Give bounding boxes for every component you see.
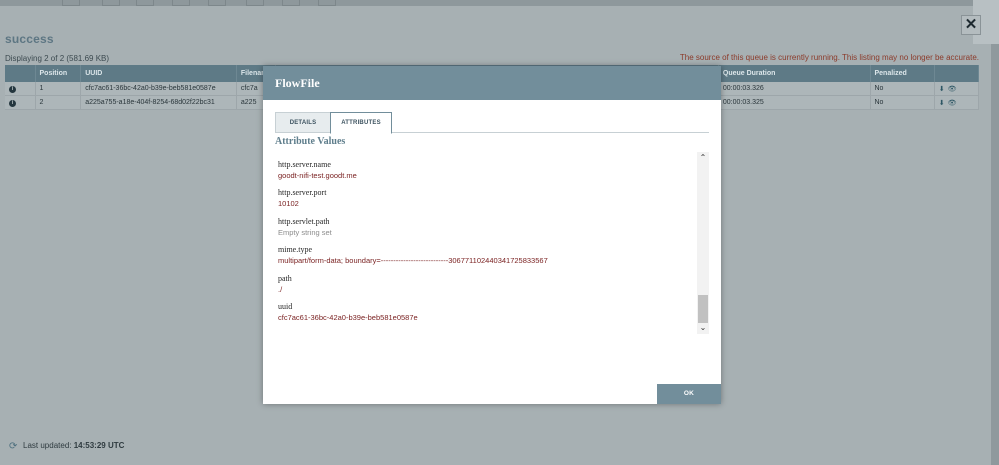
info-icon[interactable]: i bbox=[9, 85, 16, 93]
attribute-name: uuid bbox=[278, 301, 293, 311]
download-icon[interactable]: ⬇ bbox=[939, 85, 945, 93]
col-header-info bbox=[5, 65, 36, 82]
attribute-list-container[interactable]: http.server.name goodt-nifi-test.goodt.m… bbox=[275, 152, 709, 334]
attribute-name: http.server.name bbox=[278, 160, 331, 169]
close-icon[interactable]: ✕ bbox=[961, 15, 981, 35]
col-header-actions bbox=[934, 65, 980, 82]
dialog-header: FlowFile bbox=[263, 66, 721, 100]
attribute-item: uuid cfc7ac61-36bc-42a0-b39e-beb581e0587… bbox=[278, 301, 688, 329]
col-header-penalized[interactable]: Penalized bbox=[870, 65, 935, 82]
attribute-list: http.server.name goodt-nifi-test.goodt.m… bbox=[278, 159, 688, 329]
position-cell: 1 bbox=[35, 82, 82, 96]
attribute-name: mime.type bbox=[278, 245, 312, 255]
page-scrollbar[interactable] bbox=[991, 6, 999, 465]
attribute-value: cfc7ac61-36bc-42a0-b39e-beb581e0587e bbox=[278, 312, 418, 322]
last-updated: Last updated: 14:53:29 UTC bbox=[23, 441, 124, 450]
queue-title: success bbox=[5, 32, 54, 46]
view-icon[interactable]: 👁 bbox=[948, 99, 957, 107]
tab-attributes[interactable]: ATTRIBUTES bbox=[330, 112, 392, 134]
tab-details[interactable]: DETAILS bbox=[275, 112, 331, 132]
attribute-item: mime.type multipart/form-data; boundary=… bbox=[278, 244, 688, 272]
attribute-item: http.servlet.path Empty string set bbox=[278, 216, 688, 244]
scroll-thumb[interactable] bbox=[698, 295, 708, 323]
ok-button[interactable]: OK bbox=[657, 384, 721, 404]
col-header-uuid[interactable]: UUID bbox=[80, 65, 237, 82]
col-header-position[interactable]: Position bbox=[35, 65, 82, 82]
dialog-tabs: DETAILS ATTRIBUTES bbox=[275, 112, 709, 134]
flowfile-dialog: FlowFile DETAILS ATTRIBUTES Attribute Va… bbox=[263, 66, 721, 404]
scroll-down-icon[interactable]: ⌄ bbox=[697, 322, 709, 334]
duration-cell: 00:00:03.326 bbox=[718, 82, 871, 96]
attribute-value: goodt-nifi-test.goodt.me bbox=[278, 171, 357, 180]
attribute-value: 10102 bbox=[278, 199, 299, 209]
attribute-value: ./ bbox=[278, 284, 283, 294]
attribute-value: Empty string set bbox=[278, 227, 332, 237]
penalized-cell: No bbox=[870, 95, 935, 110]
attribute-item: path ./ bbox=[278, 273, 688, 301]
actions-cell: ⬇ 👁 bbox=[934, 95, 980, 110]
refresh-icon[interactable]: ⟳ bbox=[9, 441, 17, 452]
actions-cell: ⬇ 👁 bbox=[934, 82, 980, 96]
view-icon[interactable]: 👁 bbox=[948, 85, 957, 93]
attribute-name: http.servlet.path bbox=[278, 216, 330, 226]
displaying-count: Displaying 2 of 2 (581.69 KB) bbox=[5, 54, 110, 63]
info-cell[interactable]: i bbox=[5, 95, 36, 110]
attribute-item: http.server.name goodt-nifi-test.goodt.m… bbox=[278, 159, 688, 187]
duration-cell: 00:00:03.325 bbox=[718, 95, 871, 110]
col-header-queue-duration[interactable]: Queue Duration bbox=[718, 65, 871, 82]
position-cell: 2 bbox=[35, 95, 82, 110]
queue-warning: The source of this queue is currently ru… bbox=[679, 53, 979, 62]
attribute-item: http.server.port 10102 bbox=[278, 187, 688, 215]
info-cell[interactable]: i bbox=[5, 82, 36, 96]
last-updated-value: 14:53:29 UTC bbox=[73, 441, 125, 450]
dialog-title: FlowFile bbox=[275, 76, 320, 90]
attribute-name: path bbox=[278, 273, 292, 283]
attribute-values-heading: Attribute Values bbox=[275, 136, 346, 147]
attribute-value: multipart/form-data; boundary=----------… bbox=[278, 256, 548, 266]
info-icon[interactable]: i bbox=[9, 99, 16, 107]
penalized-cell: No bbox=[870, 82, 935, 96]
uuid-cell: cfc7ac61-36bc-42a0-b39e-beb581e0587e bbox=[80, 82, 237, 96]
scroll-up-icon[interactable]: ⌃ bbox=[697, 152, 709, 164]
attribute-name: http.server.port bbox=[278, 188, 327, 198]
last-updated-label: Last updated: bbox=[23, 441, 72, 450]
download-icon[interactable]: ⬇ bbox=[939, 99, 945, 107]
uuid-cell: a225a755-a18e-404f-8254-68d02f22bc31 bbox=[80, 95, 237, 110]
attribute-scrollbar[interactable]: ⌃ ⌄ bbox=[697, 152, 709, 334]
